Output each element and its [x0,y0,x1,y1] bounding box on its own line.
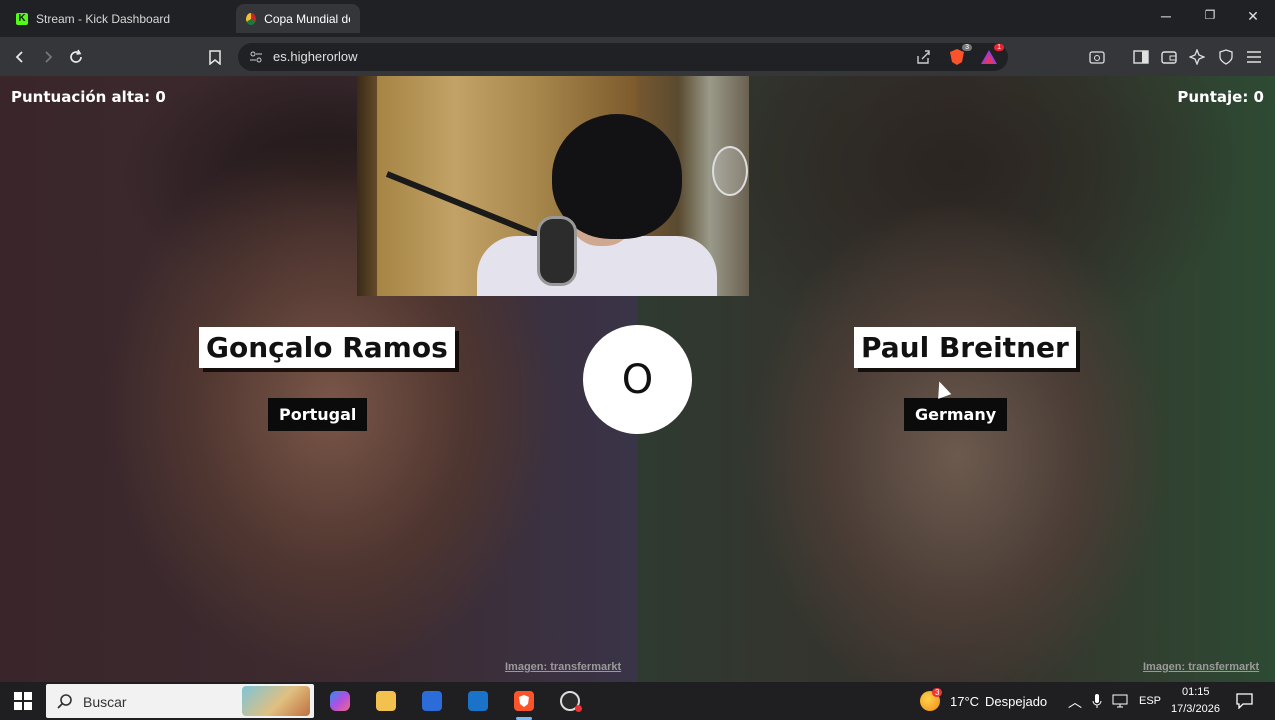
search-highlight-image [242,686,310,716]
wallet-icon[interactable] [1158,46,1180,68]
forward-icon[interactable] [37,46,59,68]
left-player-country: Portugal [268,398,368,431]
right-player-country: Germany [904,398,1008,431]
tab-copa-mundial[interactable]: Copa Mundial de F [236,4,360,33]
brave-shields-icon[interactable]: 3 [948,44,972,71]
recording-dot-icon [575,705,582,712]
leo-ai-icon[interactable] [1186,46,1208,68]
microsoft-store-icon[interactable] [422,691,442,711]
notifications-icon[interactable] [1236,693,1253,714]
weather-badge: 3 [932,688,943,697]
reload-icon[interactable] [65,46,87,68]
outlook-icon[interactable] [468,691,488,711]
tab-label: Stream - Kick Dashboard [36,11,171,26]
brave-browser-icon[interactable] [514,691,534,711]
chevron-up-icon[interactable]: ︿ [1068,692,1082,712]
menu-icon[interactable] [1243,46,1265,68]
vpn-icon[interactable] [1215,46,1237,68]
url-text: es.higherorlow [273,49,358,64]
microphone-icon[interactable] [1092,694,1102,714]
tab-strip: K Stream - Kick Dashboard Copa Mundial d… [0,0,1275,37]
rewards-badge: 1 [994,44,1004,51]
weather-condition[interactable]: Despejado [985,694,1047,709]
microphone [537,216,577,286]
browser-toolbar: es.higherorlow 3 1 [0,37,1275,76]
address-bar[interactable]: es.higherorlow 3 1 [238,43,1008,71]
minimize-icon[interactable]: ─ [1154,8,1178,24]
file-explorer-icon[interactable] [376,691,396,711]
language-indicator[interactable]: ESP [1139,695,1161,707]
share-icon[interactable] [915,49,931,70]
higher-or-lower-game: Puntuación alta: 0 Puntaje: 0 Gonçalo Ra… [0,76,1275,682]
tab-search-icon[interactable] [1086,46,1108,68]
close-icon[interactable]: ✕ [1241,8,1265,25]
taskbar-search[interactable]: Buscar [46,684,314,718]
tab-label: Copa Mundial de F [264,11,350,26]
clock-date[interactable]: 17/3/2026 [1171,703,1220,715]
current-score: Puntaje: 0 [1177,88,1264,106]
webcam-overlay [357,76,749,296]
copilot-icon[interactable] [330,691,350,711]
right-player-name: Paul Breitner [854,327,1076,368]
high-score: Puntuación alta: 0 [11,88,166,106]
right-image-credit[interactable]: Imagen: transfermarkt [1143,661,1259,673]
tab-kick-dashboard[interactable]: K Stream - Kick Dashboard [6,4,230,33]
brave-rewards-icon[interactable]: 1 [980,44,1004,71]
search-placeholder: Buscar [83,694,127,710]
temperature[interactable]: 17°C [950,694,979,709]
fan [712,146,748,196]
shields-count-badge: 3 [962,44,972,51]
network-icon[interactable] [1112,694,1128,713]
windows-start-icon[interactable] [13,691,33,711]
restore-icon[interactable]: ❐ [1198,8,1222,22]
kick-icon: K [16,12,28,25]
back-icon[interactable] [9,46,31,68]
left-player-name: Gonçalo Ramos [199,327,455,368]
bookmark-icon[interactable] [204,46,226,68]
vs-badge: O [583,325,692,434]
left-image-credit[interactable]: Imagen: transfermarkt [505,661,621,673]
search-icon [57,693,73,714]
windows-taskbar: Buscar 3 17°C Despejado ︿ ESP 01:15 17/3… [0,682,1275,720]
site-settings-icon[interactable] [249,50,263,69]
worldcup-icon [246,12,257,25]
sidebar-icon[interactable] [1130,46,1152,68]
clock-time[interactable]: 01:15 [1182,686,1210,698]
